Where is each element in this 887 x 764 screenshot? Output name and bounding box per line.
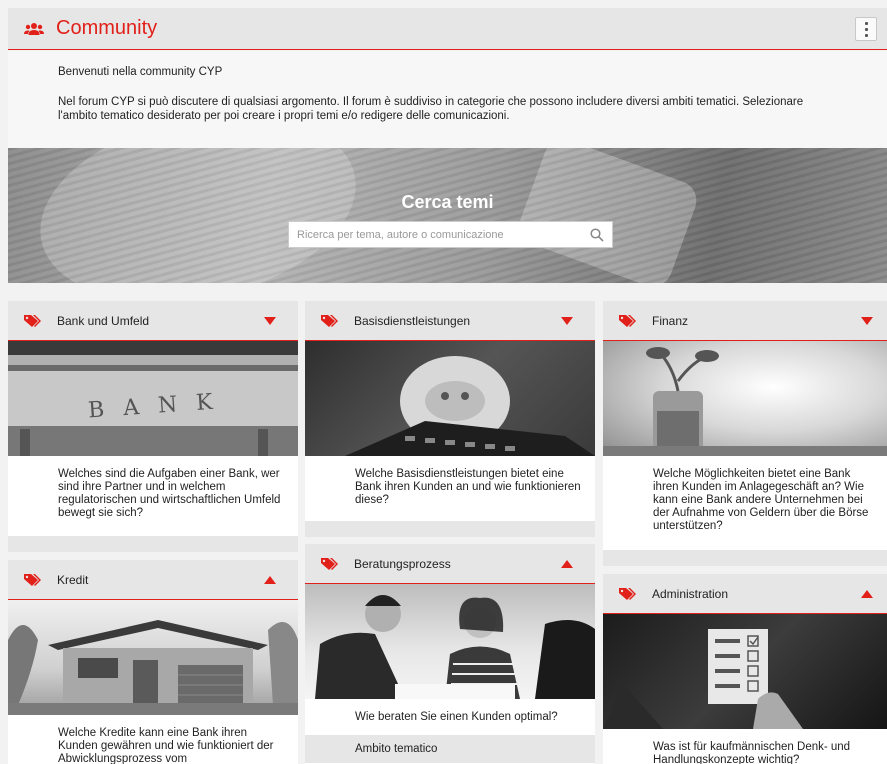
coin-jar-graphic <box>603 347 887 456</box>
category-card-basisdienstleistungen[interactable]: Basisdienstleistungen Welche Basisdienst… <box>305 301 595 537</box>
card-description: Was ist für kaufmännischen Denk- und Han… <box>653 741 851 764</box>
category-card-beratungsprozess[interactable]: Beratungsprozess Wie beraten Sie einen K… <box>305 544 595 764</box>
house-image <box>8 600 298 715</box>
card-description: Welche Möglichkeiten bietet eine Bank ih… <box>653 468 869 532</box>
bank-building-graphic: B A N K <box>8 341 298 456</box>
tags-icon <box>619 314 636 327</box>
caret-down-icon[interactable] <box>561 316 573 326</box>
tags-icon <box>619 587 636 600</box>
tags-icon <box>24 314 41 327</box>
bank-building-image: B A N K <box>8 341 298 456</box>
search-title: Cerca temi <box>401 192 494 212</box>
hero-texture <box>8 148 887 283</box>
card-title: Kredit <box>57 572 89 587</box>
search-hero: Cerca temi <box>8 148 887 283</box>
card-description: Welche Kredite kann eine Bank ihren Kund… <box>58 727 274 764</box>
card-title: Beratungsprozess <box>354 556 451 571</box>
caret-down-icon[interactable] <box>264 316 276 326</box>
piggy-bank-image <box>305 341 595 456</box>
card-header[interactable]: Bank und Umfeld <box>8 301 298 341</box>
users-icon <box>24 22 44 35</box>
kebab-dot <box>864 21 868 25</box>
page-title: Community <box>56 17 158 39</box>
card-description: Welches sind die Aufgaben einer Bank, we… <box>58 468 281 519</box>
card-header[interactable]: Beratungsprozess <box>305 544 595 584</box>
search-input[interactable] <box>289 228 586 241</box>
card-header[interactable]: Administration <box>603 574 887 614</box>
caret-up-icon[interactable] <box>264 575 276 585</box>
tags-icon <box>321 557 338 570</box>
more-options-button[interactable] <box>855 17 877 41</box>
card-footer <box>603 550 887 566</box>
card-description: Welche Basisdienstleistungen bietet eine… <box>355 468 581 506</box>
intro-panel: Benvenuti nella community CYP Nel forum … <box>8 51 887 148</box>
search-box <box>288 221 613 248</box>
welcome-text: Benvenuti nella community CYP <box>58 66 223 78</box>
community-header: Community <box>8 8 887 50</box>
category-card-administration[interactable]: Administration Was ist für kaufmännische… <box>603 574 887 764</box>
house-graphic <box>8 620 298 715</box>
card-description: Wie beraten Sie einen Kunden optimal? <box>355 711 558 723</box>
card-header[interactable]: Basisdienstleistungen <box>305 301 595 341</box>
advisor-meeting-graphic <box>315 595 595 699</box>
card-header[interactable]: Finanz <box>603 301 887 341</box>
ambito-tematico-item[interactable]: Ambito tematico <box>305 735 595 763</box>
tags-icon <box>321 314 338 327</box>
kebab-dot <box>864 27 868 31</box>
intro-text: Nel forum CYP si può discutere di qualsi… <box>58 96 804 122</box>
advisor-meeting-image <box>305 584 595 699</box>
coin-jar-image <box>603 341 887 456</box>
card-footer <box>305 521 595 537</box>
card-title: Administration <box>652 586 729 601</box>
caret-up-icon[interactable] <box>861 589 873 599</box>
piggy-bank-graphic <box>345 356 595 456</box>
checklist-image <box>603 614 887 729</box>
caret-down-icon[interactable] <box>861 316 873 326</box>
checklist-graphic <box>603 629 803 729</box>
kebab-dot <box>864 33 868 37</box>
card-title: Basisdienstleistungen <box>354 313 471 328</box>
card-header[interactable]: Kredit <box>8 560 298 600</box>
card-title: Finanz <box>652 313 689 328</box>
category-card-kredit[interactable]: Kredit Welche Kredite kann eine Bank ihr… <box>8 560 298 764</box>
caret-up-icon[interactable] <box>561 559 573 569</box>
tags-icon <box>24 573 41 586</box>
category-card-bank-und-umfeld[interactable]: Bank und Umfeld B A N K Welches sind die… <box>8 301 298 552</box>
search-icon[interactable] <box>586 224 608 246</box>
category-card-finanz[interactable]: Finanz Welche Möglichkeiten bietet eine … <box>603 301 887 566</box>
card-footer <box>8 536 298 552</box>
card-title: Bank und Umfeld <box>57 313 150 328</box>
